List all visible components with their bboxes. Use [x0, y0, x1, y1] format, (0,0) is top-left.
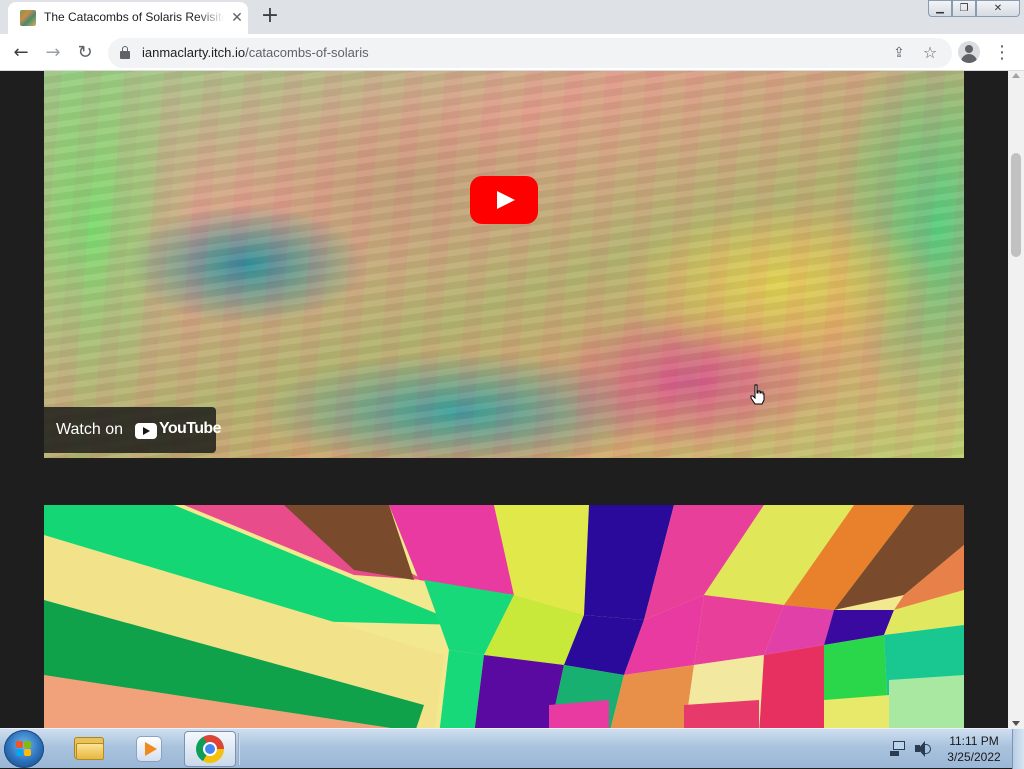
page-viewport: Watch on YouTube [0, 71, 1008, 728]
network-icon[interactable] [890, 741, 906, 757]
watch-on-youtube-button[interactable]: Watch on YouTube [44, 407, 221, 453]
scroll-down-arrow-icon[interactable] [1012, 721, 1020, 726]
url-domain: ianmaclarty.itch.io [142, 45, 246, 60]
tab-title: The Catacombs of Solaris Revisited [44, 10, 224, 24]
window-close-button[interactable]: ✕ [976, 0, 1020, 17]
folder-icon [74, 737, 104, 761]
youtube-logo-icon [135, 423, 157, 439]
watch-on-label: Watch on [56, 421, 123, 438]
back-arrow-icon[interactable]: ← [8, 40, 34, 66]
new-tab-button[interactable]: + [258, 5, 282, 29]
reload-icon[interactable]: ↻ [72, 40, 98, 66]
browser-tab[interactable]: The Catacombs of Solaris Revisited ✕ [8, 2, 248, 34]
page-scrollbar[interactable] [1008, 71, 1024, 728]
window-minimize-button[interactable]: ▁ [928, 0, 952, 17]
forward-arrow-icon[interactable]: → [40, 40, 66, 66]
url-path: /catacombs-of-solaris [245, 45, 369, 60]
game-screenshot-art [44, 505, 964, 728]
tab-favicon-icon [20, 10, 36, 26]
tab-strip: The Catacombs of Solaris Revisited ✕ + ▁… [0, 0, 1024, 34]
scroll-up-arrow-icon[interactable] [1012, 73, 1020, 78]
windows-logo-icon [16, 741, 32, 757]
play-icon [497, 191, 515, 209]
address-bar[interactable]: ianmaclarty.itch.io/catacombs-of-solaris… [108, 38, 952, 68]
game-screenshot-image [44, 505, 964, 728]
taskbar-separator [238, 733, 240, 765]
bookmark-star-icon[interactable]: ☆ [920, 43, 940, 63]
lock-icon[interactable] [120, 46, 130, 59]
clock-date: 3/25/2022 [947, 750, 1001, 764]
hand-cursor-icon [750, 384, 765, 405]
share-icon[interactable]: ⇪ [890, 44, 908, 62]
taskbar-chrome-button[interactable] [184, 731, 236, 767]
video-thumbnail [44, 71, 964, 458]
taskbar-explorer-button[interactable] [64, 731, 116, 767]
window-maximize-button[interactable]: ❐ [952, 0, 976, 17]
chrome-icon [196, 735, 224, 763]
scrollbar-thumb[interactable] [1011, 153, 1021, 257]
windows-taskbar: 11:11 PM 3/25/2022 [0, 728, 1024, 769]
start-button[interactable] [4, 730, 44, 768]
volume-icon[interactable] [914, 740, 932, 758]
video-play-button[interactable] [470, 176, 538, 224]
system-clock[interactable]: 11:11 PM 3/25/2022 [940, 733, 1008, 765]
media-player-icon [136, 736, 162, 762]
youtube-video-embed[interactable]: Watch on YouTube [44, 71, 964, 458]
clock-time: 11:11 PM [949, 734, 999, 748]
browser-toolbar: ← → ↻ ianmaclarty.itch.io/catacombs-of-s… [0, 34, 1024, 71]
tab-close-icon[interactable]: ✕ [228, 9, 246, 27]
profile-avatar-icon[interactable] [958, 41, 980, 63]
browser-menu-icon[interactable]: ⋮ [992, 40, 1012, 66]
url-text[interactable]: ianmaclarty.itch.io/catacombs-of-solaris [142, 45, 369, 60]
taskbar-media-player-button[interactable] [124, 731, 176, 767]
youtube-wordmark: YouTube [159, 420, 221, 437]
show-desktop-button[interactable] [1012, 729, 1024, 769]
